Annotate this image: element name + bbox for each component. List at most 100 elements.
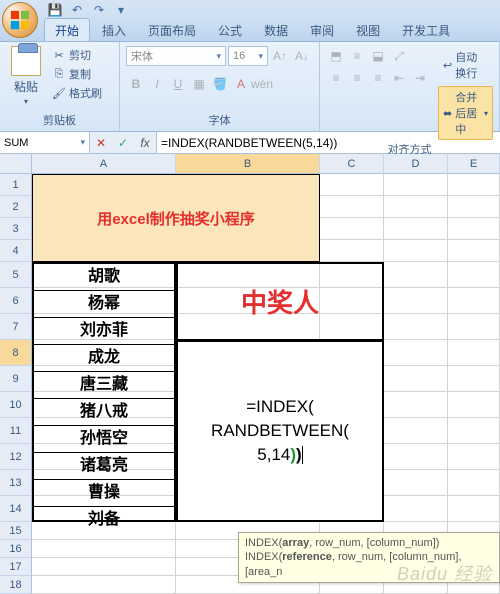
italic-button[interactable]: I — [147, 74, 167, 94]
cell[interactable] — [32, 540, 176, 558]
indent-dec-button[interactable]: ⇤ — [389, 68, 409, 88]
grow-font-button[interactable]: A↑ — [270, 46, 290, 66]
cell[interactable] — [320, 240, 384, 262]
cell[interactable] — [384, 496, 448, 522]
cell[interactable] — [384, 470, 448, 496]
cell[interactable] — [384, 218, 448, 240]
list-item[interactable]: 成龙 — [34, 345, 174, 372]
enter-button[interactable]: ✓ — [112, 136, 134, 150]
row-header[interactable]: 11 — [0, 418, 32, 444]
cell[interactable] — [448, 240, 500, 262]
list-item[interactable]: 曹操 — [34, 480, 174, 507]
copy-button[interactable]: ⎘复制 — [50, 65, 104, 83]
wrap-text-button[interactable]: ↩自动换行 — [438, 46, 493, 84]
row-header[interactable]: 2 — [0, 196, 32, 218]
title-merged-cell[interactable]: 用excel制作抽奖小程序 — [32, 174, 320, 262]
col-header-d[interactable]: D — [384, 154, 448, 174]
row-header[interactable]: 12 — [0, 444, 32, 470]
align-bottom-button[interactable]: ⬓ — [368, 46, 388, 66]
row-header[interactable]: 1 — [0, 174, 32, 196]
align-middle-button[interactable]: ≡ — [347, 46, 367, 66]
underline-button[interactable]: U — [168, 74, 188, 94]
spreadsheet-grid[interactable]: A B C D E 123456789101112131415161718 用e… — [0, 154, 500, 594]
save-button[interactable]: 💾 — [46, 1, 64, 19]
merge-center-button[interactable]: ⬌合并后居中▾ — [438, 86, 493, 140]
cell[interactable] — [384, 314, 448, 340]
orientation-button[interactable]: ⤢ — [389, 46, 409, 66]
row-header[interactable]: 8 — [0, 340, 32, 366]
shrink-font-button[interactable]: A↓ — [292, 46, 312, 66]
cell[interactable] — [448, 314, 500, 340]
tab-home[interactable]: 开始 — [44, 18, 90, 41]
row-header[interactable]: 10 — [0, 392, 32, 418]
format-painter-button[interactable]: 🖌格式刷 — [50, 84, 104, 102]
cell[interactable] — [448, 496, 500, 522]
border-button[interactable]: ▦ — [189, 74, 209, 94]
phonetic-button[interactable]: wén — [252, 74, 272, 94]
office-button[interactable] — [2, 2, 38, 38]
tab-layout[interactable]: 页面布局 — [138, 19, 206, 41]
cell[interactable] — [448, 262, 500, 288]
list-item[interactable]: 胡歌 — [34, 264, 174, 291]
align-center-button[interactable]: ≡ — [347, 68, 367, 88]
cell[interactable] — [448, 470, 500, 496]
fx-button[interactable]: fx — [134, 136, 156, 150]
list-item[interactable]: 孙悟空 — [34, 426, 174, 453]
col-header-b[interactable]: B — [176, 154, 320, 174]
tab-formulas[interactable]: 公式 — [208, 19, 252, 41]
bold-button[interactable]: B — [126, 74, 146, 94]
list-item[interactable]: 诸葛亮 — [34, 453, 174, 480]
cell[interactable] — [384, 262, 448, 288]
font-color-button[interactable]: A — [231, 74, 251, 94]
row-header[interactable]: 7 — [0, 314, 32, 340]
undo-button[interactable]: ↶ — [68, 1, 86, 19]
cell[interactable] — [448, 218, 500, 240]
tab-dev[interactable]: 开发工具 — [392, 19, 460, 41]
cell[interactable] — [448, 340, 500, 366]
row-header[interactable]: 17 — [0, 558, 32, 576]
cell[interactable] — [384, 392, 448, 418]
cell[interactable] — [384, 366, 448, 392]
fill-color-button[interactable]: 🪣 — [210, 74, 230, 94]
cut-button[interactable]: ✂剪切 — [50, 46, 104, 64]
cell[interactable] — [320, 218, 384, 240]
select-all-corner[interactable] — [0, 154, 32, 174]
row-header[interactable]: 5 — [0, 262, 32, 288]
cancel-button[interactable]: ✕ — [90, 136, 112, 150]
row-header[interactable]: 6 — [0, 288, 32, 314]
row-header[interactable]: 4 — [0, 240, 32, 262]
cell[interactable] — [448, 366, 500, 392]
editing-cell[interactable]: =INDEX( RANDBETWEEN( 5,14)) — [176, 340, 384, 522]
tab-data[interactable]: 数据 — [254, 19, 298, 41]
cell[interactable] — [384, 288, 448, 314]
cell[interactable] — [384, 418, 448, 444]
row-header[interactable]: 18 — [0, 576, 32, 594]
cell[interactable] — [448, 196, 500, 218]
list-item[interactable]: 刘备 — [34, 507, 174, 533]
cell[interactable] — [448, 288, 500, 314]
row-header[interactable]: 15 — [0, 522, 32, 540]
cell[interactable] — [320, 196, 384, 218]
col-header-e[interactable]: E — [448, 154, 500, 174]
list-item[interactable]: 刘亦菲 — [34, 318, 174, 345]
font-name-combo[interactable]: 宋体▾ — [126, 46, 226, 66]
qat-dropdown[interactable]: ▾ — [112, 1, 130, 19]
tab-review[interactable]: 审阅 — [300, 19, 344, 41]
name-box[interactable]: SUM▾ — [0, 132, 90, 153]
cell[interactable] — [448, 418, 500, 444]
tab-view[interactable]: 视图 — [346, 19, 390, 41]
col-header-c[interactable]: C — [320, 154, 384, 174]
cell[interactable] — [384, 174, 448, 196]
cell[interactable] — [448, 174, 500, 196]
cell[interactable] — [448, 444, 500, 470]
row-header[interactable]: 3 — [0, 218, 32, 240]
row-header[interactable]: 16 — [0, 540, 32, 558]
cell[interactable] — [320, 174, 384, 196]
list-item[interactable]: 杨幂 — [34, 291, 174, 318]
font-size-combo[interactable]: 16▾ — [228, 46, 268, 66]
align-right-button[interactable]: ≡ — [368, 68, 388, 88]
cell[interactable] — [384, 340, 448, 366]
align-top-button[interactable]: ⬒ — [326, 46, 346, 66]
paste-button[interactable]: 粘贴 ▾ — [6, 46, 46, 111]
cell[interactable] — [32, 558, 176, 576]
